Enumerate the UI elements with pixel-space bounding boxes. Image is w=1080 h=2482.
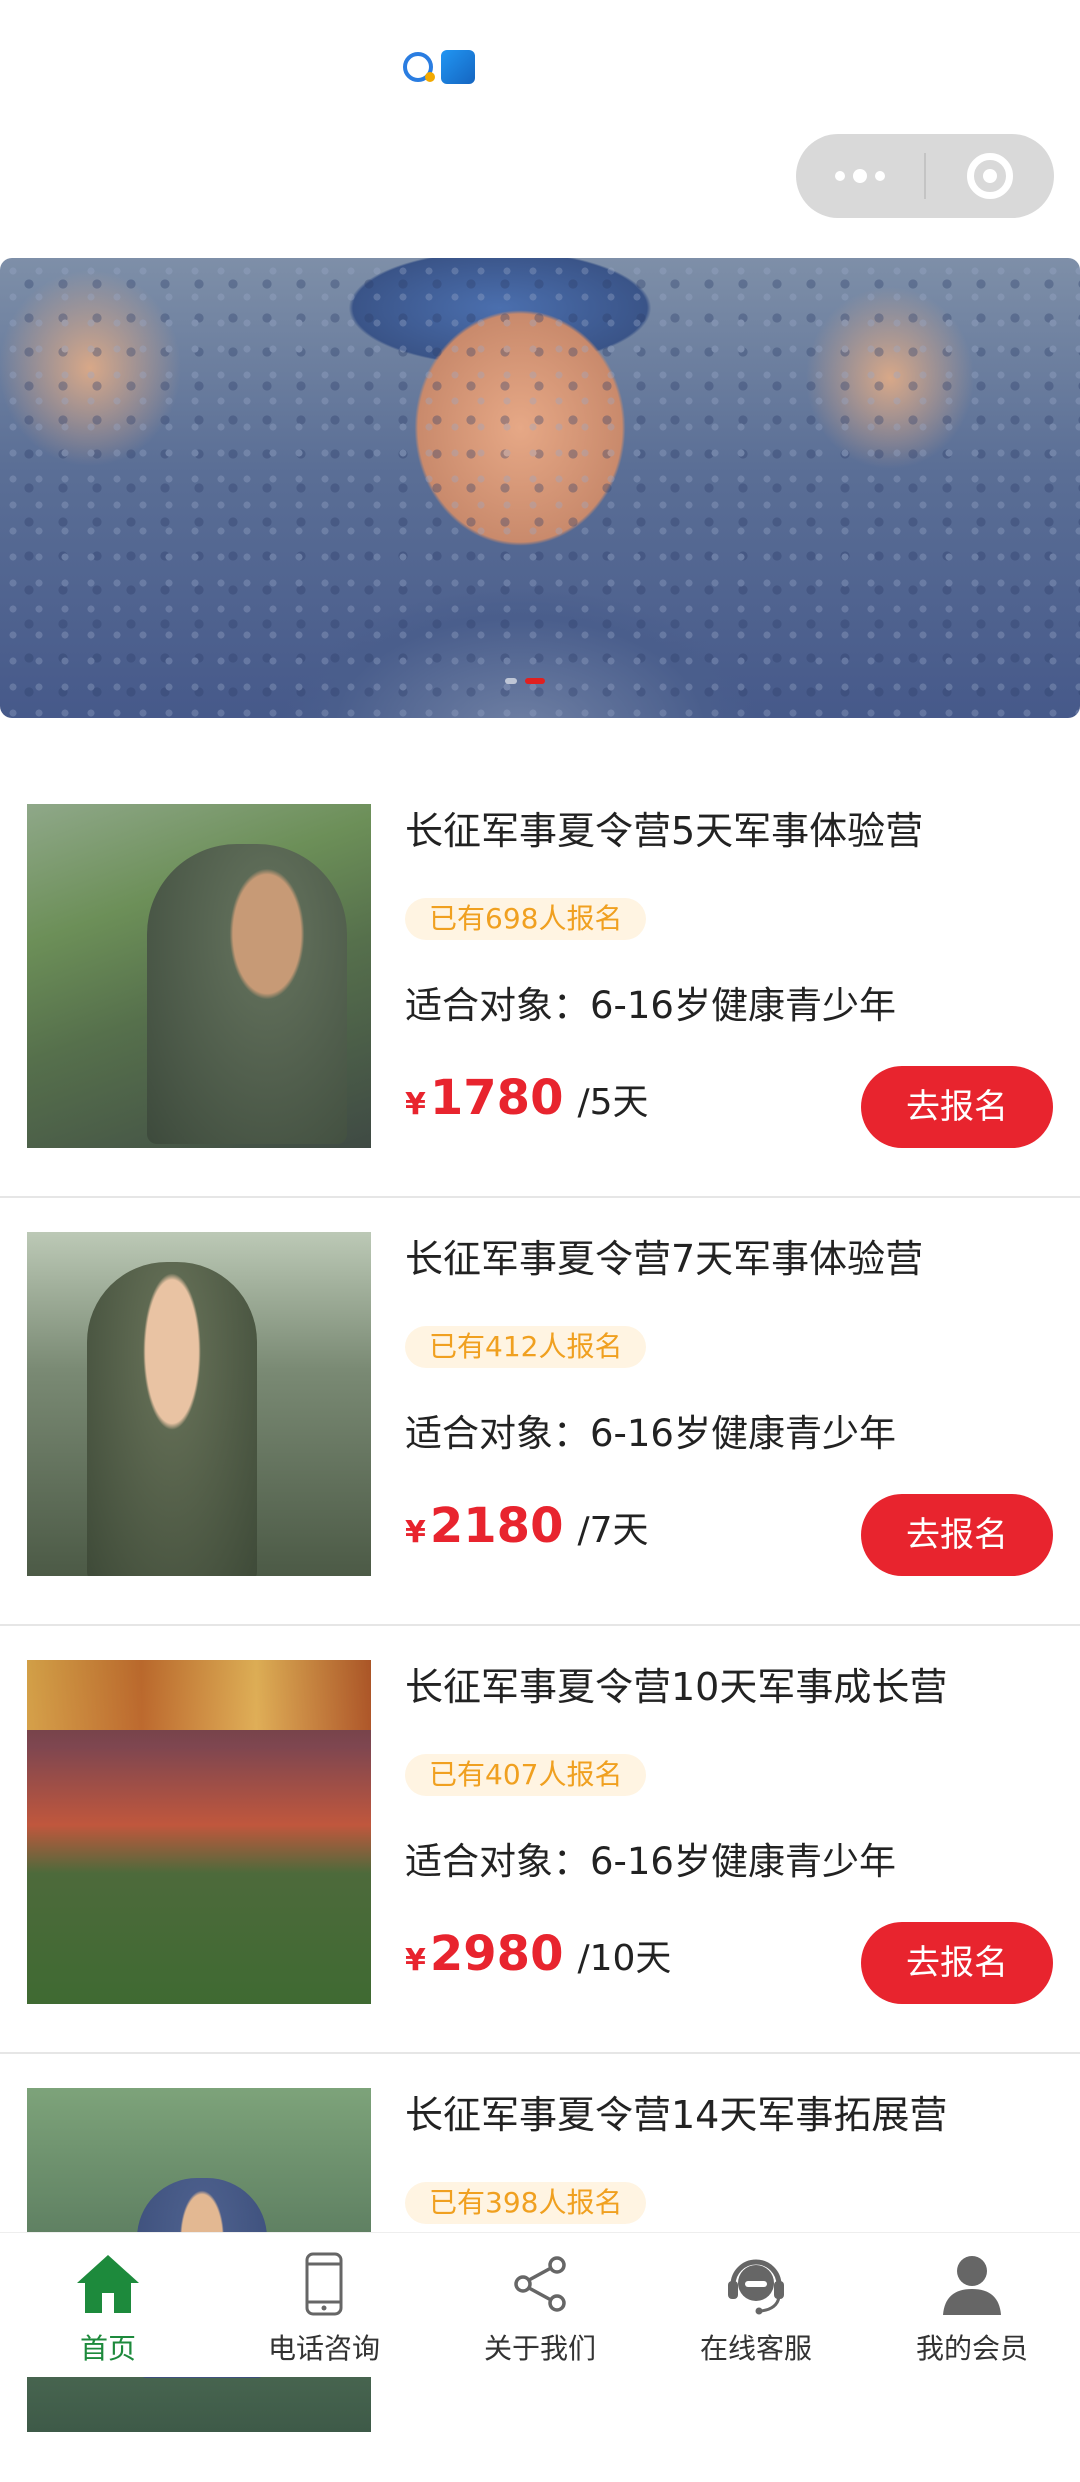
tab-home[interactable]: 首页 [0,2233,216,2377]
course-target: 适合对象：6-16岁健康青少年 [405,1412,896,1455]
currency-symbol: ¥ [405,1515,426,1550]
tab-label: 电话咨询 [267,2332,380,2365]
course-thumbnail[interactable] [27,804,371,1148]
course-thumbnail[interactable] [27,1660,371,2004]
carousel-dot [505,678,517,684]
course-card[interactable]: 长征军事夏令营7天军事体验营 已有412人报名 适合对象：6-16岁健康青少年 … [0,1198,1080,1626]
course-title: 长征军事夏令营14天军事拓展营 [405,2093,948,2137]
course-price: ¥ 2980 /10天 [405,1926,671,1982]
signup-button[interactable]: 去报名 [861,1066,1053,1148]
signup-button[interactable]: 去报名 [861,1494,1053,1576]
bottom-tab-bar: 首页 电话咨询 关于我们 在线客服 我的会员 [0,2232,1080,2377]
price-value: 2180 [429,1498,564,1554]
signup-count-badge: 已有698人报名 [405,898,647,940]
banner-image [0,258,1080,718]
home-icon [71,2247,145,2321]
app-badge-icon [441,50,475,84]
tab-phone[interactable]: 电话咨询 [216,2233,432,2377]
tab-member[interactable]: 我的会员 [864,2233,1080,2377]
currency-symbol: ¥ [405,1087,426,1122]
signup-button[interactable]: 去报名 [861,1922,1053,2004]
tab-about[interactable]: 关于我们 [432,2233,648,2377]
status-icons [403,50,475,84]
more-dots-icon[interactable] [796,134,924,218]
status-bar [0,0,1080,120]
signup-count-badge: 已有407人报名 [405,1754,647,1796]
course-thumbnail[interactable] [27,1232,371,1576]
tab-label: 我的会员 [915,2332,1028,2365]
course-target: 适合对象：6-16岁健康青少年 [405,984,896,1027]
price-unit: /5天 [577,1082,649,1123]
target-circle-icon[interactable] [926,153,1054,199]
miniprogram-capsule [796,134,1054,218]
price-value: 2980 [429,1926,564,1982]
share-icon [503,2247,577,2321]
course-title: 长征军事夏令营7天军事体验营 [405,1237,924,1281]
course-list: 长征军事夏令营5天军事体验营 已有698人报名 适合对象：6-16岁健康青少年 … [0,770,1080,2482]
tab-label: 在线客服 [699,2332,812,2365]
price-value: 1780 [429,1070,564,1126]
headset-icon [719,2247,793,2321]
tab-service[interactable]: 在线客服 [648,2233,864,2377]
user-icon [935,2247,1009,2321]
hero-banner[interactable] [0,258,1080,718]
carousel-indicator [505,678,545,684]
course-title: 长征军事夏令营5天军事体验营 [405,809,924,853]
notification-app-icon [403,52,435,82]
course-target: 适合对象：6-16岁健康青少年 [405,1840,896,1883]
phone-icon [287,2247,361,2321]
price-unit: /10天 [577,1938,672,1979]
tab-label: 关于我们 [483,2332,596,2365]
price-unit: /7天 [577,1510,649,1551]
course-price: ¥ 2180 /7天 [405,1498,649,1554]
course-price: ¥ 1780 /5天 [405,1070,649,1126]
currency-symbol: ¥ [405,1943,426,1978]
tab-label: 首页 [79,2332,136,2365]
course-card[interactable]: 长征军事夏令营5天军事体验营 已有698人报名 适合对象：6-16岁健康青少年 … [0,770,1080,1198]
course-title: 长征军事夏令营10天军事成长营 [405,1665,948,1709]
course-card[interactable]: 长征军事夏令营10天军事成长营 已有407人报名 适合对象：6-16岁健康青少年… [0,1626,1080,2054]
signup-count-badge: 已有412人报名 [405,1326,647,1368]
carousel-dot-active [525,678,545,684]
signup-count-badge: 已有398人报名 [405,2182,647,2224]
